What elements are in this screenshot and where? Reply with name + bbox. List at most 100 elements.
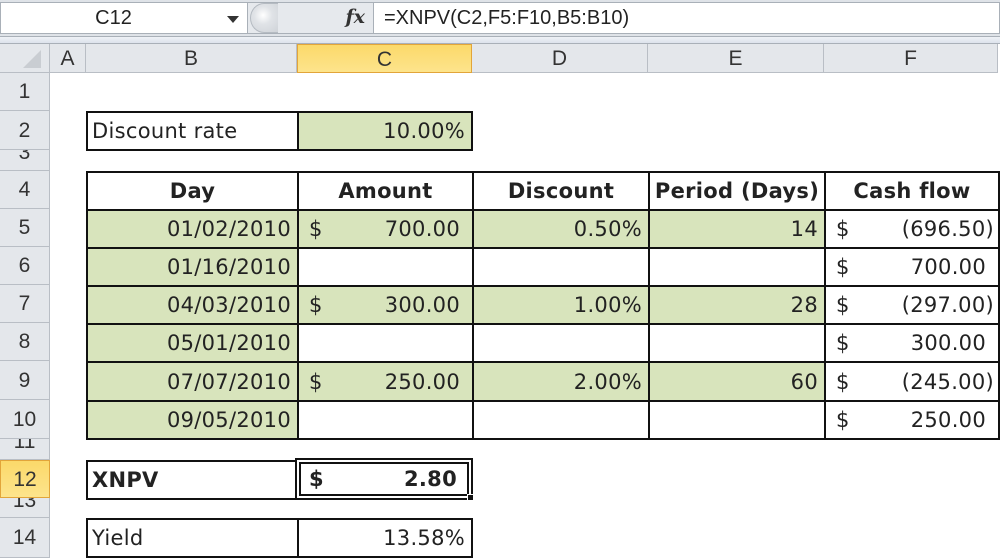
cash-flow-value: (245.00) — [901, 369, 994, 394]
cell-f9[interactable]: $ (245.00) — [824, 361, 1000, 402]
row-header-1[interactable]: 1 — [0, 73, 50, 111]
cell-e10[interactable] — [648, 400, 826, 440]
cell-f8[interactable]: $300.00 — [824, 323, 1000, 363]
cash-flow-value: (297.00) — [901, 293, 994, 317]
column-header-e[interactable]: E — [648, 44, 824, 73]
cell-d4[interactable]: Discount — [472, 171, 650, 211]
cell-e8[interactable] — [648, 323, 826, 363]
row-header-2[interactable]: 2 — [0, 111, 50, 150]
cell-f10[interactable]: $250.00 — [824, 400, 1000, 440]
cell-b5[interactable]: 01/02/2010 — [86, 209, 299, 249]
column-header-c[interactable]: C — [297, 44, 472, 73]
cell-c8[interactable] — [297, 323, 474, 363]
formula-input[interactable]: =XNPV(C2,F5:F10,B5:B10) — [373, 2, 1000, 34]
currency-symbol: $ — [836, 293, 850, 317]
cell-c9[interactable]: $250.00 — [297, 361, 474, 402]
cell-c5[interactable]: $700.00 — [297, 209, 474, 249]
cell-f6[interactable]: $700.00 — [824, 247, 1000, 287]
amount-value: 300.00 — [384, 293, 460, 317]
cell-e6[interactable] — [648, 247, 826, 287]
cell-b4[interactable]: Day — [86, 171, 299, 211]
cell-d8[interactable] — [472, 323, 650, 363]
cell-c10[interactable] — [297, 400, 474, 440]
row-header-11[interactable]: 11 — [0, 439, 50, 460]
cell-d7[interactable]: 1.00% — [472, 285, 650, 325]
column-header-a[interactable]: A — [50, 44, 86, 73]
row-header-10[interactable]: 10 — [0, 400, 50, 439]
cell-f7[interactable]: $ (297.00) — [824, 285, 1000, 325]
select-all-icon — [23, 50, 41, 68]
day-value: 07/07/2010 — [166, 369, 291, 394]
resize-handle[interactable] — [250, 3, 278, 33]
cell-f5[interactable]: $ (696.50) — [824, 209, 1000, 249]
row-header-6[interactable]: 6 — [0, 247, 50, 285]
cash-flow-value: (696.50) — [901, 217, 994, 241]
header-amount: Amount — [338, 179, 433, 203]
column-header-d[interactable]: D — [472, 44, 648, 73]
cell-c6[interactable] — [297, 247, 474, 287]
yield-label: Yield — [92, 526, 144, 550]
row-header-4[interactable]: 4 — [0, 171, 50, 209]
cell-b9[interactable]: 07/07/2010 — [86, 361, 299, 402]
cell-e7[interactable]: 28 — [648, 285, 826, 325]
select-all-button[interactable] — [0, 44, 50, 73]
row-header-5[interactable]: 5 — [0, 209, 50, 247]
cash-flow-value: 250.00 — [910, 408, 986, 432]
cell-d6[interactable] — [472, 247, 650, 287]
cell-b14[interactable]: Yield — [86, 518, 299, 558]
name-box[interactable]: C12 — [0, 2, 248, 34]
cell-e4[interactable]: Period (Days) — [648, 171, 826, 211]
chevron-down-icon[interactable] — [227, 16, 239, 23]
currency-symbol: $ — [836, 217, 850, 241]
fill-handle[interactable] — [467, 494, 474, 501]
column-header-f[interactable]: F — [824, 44, 998, 73]
currency-symbol: $ — [309, 467, 324, 491]
cell-d10[interactable] — [472, 400, 650, 440]
formula-bar-separator — [0, 37, 1000, 44]
cell-b10[interactable]: 09/05/2010 — [86, 400, 299, 440]
row-header-9[interactable]: 9 — [0, 361, 50, 400]
cell-c2[interactable]: 10.00% — [297, 111, 473, 151]
yield-value: 13.58% — [383, 526, 465, 550]
cell-c12-active[interactable]: $ 2.80 — [295, 458, 473, 500]
formula-bar-controls: fx — [248, 2, 373, 34]
formula-bar: C12 fx =XNPV(C2,F5:F10,B5:B10) — [0, 0, 1000, 37]
cell-b7[interactable]: 04/03/2010 — [86, 285, 299, 325]
cell-b2[interactable]: Discount rate — [86, 111, 299, 151]
currency-symbol: $ — [309, 369, 323, 394]
discount-value: 0.50% — [573, 217, 642, 241]
row-header-7[interactable]: 7 — [0, 285, 50, 323]
row-header-8[interactable]: 8 — [0, 323, 50, 361]
cell-b8[interactable]: 05/01/2010 — [86, 323, 299, 363]
cell-b6[interactable]: 01/16/2010 — [86, 247, 299, 287]
xnpv-value: 2.80 — [403, 467, 457, 491]
currency-symbol: $ — [836, 331, 850, 355]
currency-symbol: $ — [836, 255, 850, 279]
cash-flow-value: 700.00 — [910, 255, 986, 279]
header-day: Day — [169, 179, 216, 203]
cell-d5[interactable]: 0.50% — [472, 209, 650, 249]
row-header-3[interactable]: 3 — [0, 150, 50, 171]
cash-flow-value: 300.00 — [910, 331, 986, 355]
cell-f4[interactable]: Cash flow — [824, 171, 1000, 211]
cell-e5[interactable]: 14 — [648, 209, 826, 249]
cell-c7[interactable]: $300.00 — [297, 285, 474, 325]
name-box-value: C12 — [95, 7, 132, 29]
currency-symbol: $ — [309, 293, 323, 317]
period-value: 14 — [790, 217, 818, 241]
cell-d9[interactable]: 2.00% — [472, 361, 650, 402]
day-value: 09/05/2010 — [166, 408, 291, 432]
cell-e9[interactable]: 60 — [648, 361, 826, 402]
insert-function-icon[interactable]: fx — [345, 6, 365, 28]
discount-rate-label: Discount rate — [92, 119, 238, 143]
column-header-b[interactable]: B — [86, 44, 297, 73]
row-header-13[interactable]: 13 — [0, 498, 50, 518]
cell-c14[interactable]: 13.58% — [297, 518, 473, 558]
row-header-14[interactable]: 14 — [0, 518, 50, 558]
cell-b12[interactable]: XNPV — [86, 460, 299, 500]
currency-symbol: $ — [309, 217, 323, 241]
cell-c4[interactable]: Amount — [297, 171, 474, 211]
formula-text: =XNPV(C2,F5:F10,B5:B10) — [384, 7, 630, 29]
row-header-12[interactable]: 12 — [0, 460, 50, 498]
header-discount: Discount — [507, 179, 615, 203]
